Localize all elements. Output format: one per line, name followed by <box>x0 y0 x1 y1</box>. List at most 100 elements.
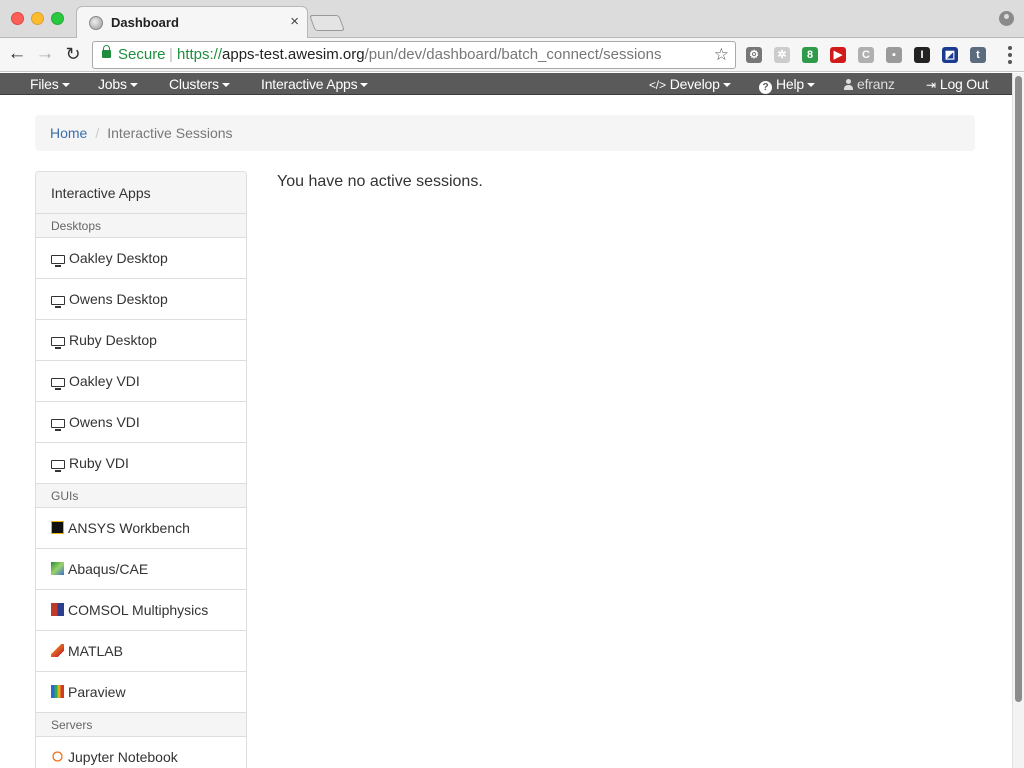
url-text[interactable]: https://apps-test.awesim.org/pun/dev/das… <box>177 42 661 68</box>
desktop-monitor-icon <box>51 419 65 431</box>
ansys-icon <box>51 521 64 534</box>
browser-toolbar: ← → ↻ Secure | https://apps-test.awesim.… <box>0 38 1024 72</box>
page-scrollbar[interactable] <box>1012 73 1024 768</box>
nav-clusters[interactable]: Clusters <box>169 73 230 95</box>
back-button[interactable]: ← <box>6 43 28 65</box>
sidebar-item-abaqus-cae[interactable]: Abaqus/CAE <box>36 549 246 590</box>
code-icon: </> <box>649 78 666 92</box>
sidebar-item-ruby-vdi[interactable]: Ruby VDI <box>36 443 246 484</box>
green-extension-icon[interactable]: 8 <box>802 47 818 63</box>
c-extension-icon[interactable]: C <box>858 47 874 63</box>
sidebar-item-label: COMSOL Multiphysics <box>68 602 209 618</box>
desktop-monitor-icon <box>51 460 65 472</box>
interactive-apps-sidebar: Interactive Apps Desktops Oakley Desktop O… <box>35 171 247 768</box>
bookmark-star-icon[interactable]: ☆ <box>714 42 729 68</box>
app-navbar: Files Jobs Clusters Interactive Apps </>… <box>0 73 1012 95</box>
caret-down-icon <box>807 83 815 88</box>
caret-down-icon <box>61 83 70 88</box>
nav-develop-label: Develop <box>669 76 720 92</box>
nav-help[interactable]: ? Help <box>759 73 815 95</box>
nav-help-label: Help <box>776 76 804 92</box>
sidebar-item-ruby-desktop[interactable]: Ruby Desktop <box>36 320 246 361</box>
favicon-icon <box>89 16 103 30</box>
sidebar-item-jupyter-notebook[interactable]: Jupyter Notebook <box>36 737 246 768</box>
sidebar-item-label: ANSYS Workbench <box>68 520 190 536</box>
square-extension-icon[interactable]: ▪ <box>886 47 902 63</box>
tab-title: Dashboard <box>111 15 179 30</box>
caret-down-icon <box>360 83 369 88</box>
logout-icon: ⇥ <box>926 78 936 92</box>
sidebar-item-label: Jupyter Notebook <box>68 749 178 765</box>
desktop-monitor-icon <box>51 337 65 349</box>
comsol-icon <box>51 603 64 616</box>
sidebar-item-owens-desktop[interactable]: Owens Desktop <box>36 279 246 320</box>
nav-user-label: efranz <box>857 76 895 92</box>
new-tab-button[interactable] <box>309 15 345 31</box>
sidebar-item-label: Ruby VDI <box>69 455 129 471</box>
nav-jobs-label: Jobs <box>98 76 127 92</box>
breadcrumb: Home / Interactive Sessions <box>35 115 975 151</box>
question-circle-icon: ? <box>759 81 772 94</box>
profile-icon[interactable] <box>999 11 1014 26</box>
nav-logout-label: Log Out <box>939 76 989 92</box>
window-maximize-button[interactable] <box>51 12 64 25</box>
url-host: apps-test.awesim.org <box>222 46 365 63</box>
sidebar-heading: Interactive Apps <box>36 172 246 214</box>
browser-menu-icon[interactable] <box>1008 46 1012 64</box>
sidebar-item-oakley-vdi[interactable]: Oakley VDI <box>36 361 246 402</box>
gear-extension-icon[interactable]: ⚙ <box>746 47 762 63</box>
breadcrumb-separator: / <box>95 125 100 141</box>
user-icon <box>844 79 853 90</box>
nav-files-label: Files <box>30 76 59 92</box>
nav-interactive-apps-label: Interactive Apps <box>261 76 358 92</box>
desktop-monitor-icon <box>51 255 65 267</box>
sidebar-item-owens-vdi[interactable]: Owens VDI <box>36 402 246 443</box>
sidebar-item-label: Paraview <box>68 684 126 700</box>
reload-button[interactable]: ↻ <box>62 43 84 65</box>
sidebar-list: Desktops Oakley Desktop Owens Desktop Ruby … <box>36 214 246 768</box>
browser-tab-strip: Dashboard × <box>0 0 1024 39</box>
instapaper-extension-icon[interactable]: I <box>914 47 930 63</box>
breadcrumb-home-link[interactable]: Home <box>50 125 87 141</box>
nav-files[interactable]: Files <box>30 73 70 95</box>
sidebar-item-label: Owens VDI <box>69 414 140 430</box>
scrollbar-thumb[interactable] <box>1015 76 1022 702</box>
sidebar-item-paraview[interactable]: Paraview <box>36 672 246 713</box>
sidebar-item-label: Oakley Desktop <box>69 250 168 266</box>
nav-clusters-label: Clusters <box>169 76 219 92</box>
sidebar-item-oakley-desktop[interactable]: Oakley Desktop <box>36 238 246 279</box>
sidebar-item-label: Abaqus/CAE <box>68 561 149 577</box>
jupyter-icon <box>51 750 64 763</box>
forward-button[interactable]: → <box>34 43 56 65</box>
nav-logout[interactable]: ⇥ Log Out <box>926 73 988 95</box>
lock-icon <box>102 45 111 58</box>
sidebar-section-guis: GUIs <box>36 484 246 508</box>
tab-close-icon[interactable]: × <box>290 13 299 30</box>
address-bar[interactable]: Secure | https://apps-test.awesim.org/pu… <box>92 41 736 69</box>
paraview-icon <box>51 685 64 698</box>
nav-jobs[interactable]: Jobs <box>98 73 138 95</box>
flag-extension-icon[interactable]: ◩ <box>942 47 958 63</box>
url-path: /pun/dev/dashboard/batch_connect/session… <box>364 46 662 63</box>
desktop-monitor-icon <box>51 378 65 390</box>
browser-tab-dashboard[interactable]: Dashboard × <box>76 6 308 39</box>
desktop-monitor-icon <box>51 296 65 308</box>
window-close-button[interactable] <box>11 12 24 25</box>
nav-interactive-apps[interactable]: Interactive Apps <box>261 73 369 95</box>
tumblr-extension-icon[interactable]: t <box>970 47 986 63</box>
sidebar-item-comsol-multiphysics[interactable]: COMSOL Multiphysics <box>36 590 246 631</box>
youtube-extension-icon[interactable]: ▶ <box>830 47 846 63</box>
puzzle-extension-icon[interactable]: ✲ <box>774 47 790 63</box>
breadcrumb-current: Interactive Sessions <box>107 125 233 141</box>
no-sessions-message: You have no active sessions. <box>277 173 483 190</box>
abaqus-icon <box>51 562 64 575</box>
sidebar-item-label: Ruby Desktop <box>69 332 157 348</box>
sidebar-item-label: MATLAB <box>68 643 123 659</box>
matlab-icon <box>51 644 64 657</box>
sidebar-item-ansys-workbench[interactable]: ANSYS Workbench <box>36 508 246 549</box>
nav-develop[interactable]: </> Develop <box>649 73 731 95</box>
sidebar-section-desktops: Desktops <box>36 214 246 238</box>
sidebar-item-matlab[interactable]: MATLAB <box>36 631 246 672</box>
window-minimize-button[interactable] <box>31 12 44 25</box>
sidebar-section-servers: Servers <box>36 713 246 737</box>
